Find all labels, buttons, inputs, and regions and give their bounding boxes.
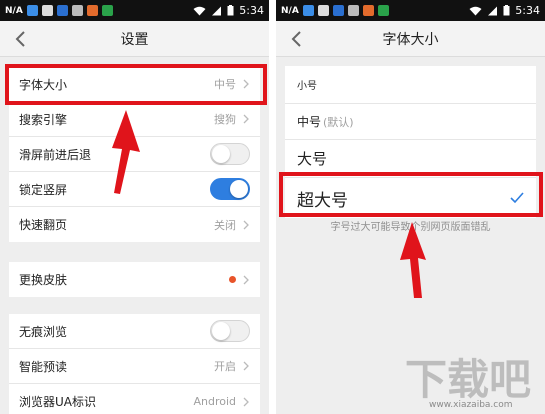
svg-text:www.xiazaiba.com: www.xiazaiba.com [429, 400, 513, 410]
page-title: 字体大小 [382, 31, 439, 48]
carrier-label: N/A [281, 5, 299, 16]
back-arrow-icon[interactable] [288, 29, 308, 49]
setting-label: 更换皮肤 [19, 273, 68, 287]
chevron-right-icon [243, 361, 249, 371]
setting-value: 搜狗 [214, 113, 236, 126]
title-bar: 设置 [0, 21, 269, 57]
signal-icon [212, 6, 222, 15]
incognito-toggle[interactable] [210, 320, 250, 342]
download-icon [41, 5, 53, 16]
setting-label: 锁定竖屏 [19, 182, 68, 197]
mail-icon [101, 5, 113, 16]
setting-value: 关闭 [214, 218, 236, 232]
image-icon [71, 5, 83, 16]
clock: 5:34 [239, 4, 264, 17]
watermark-logo: 下载吧 www.xiazaiba.com [405, 355, 531, 410]
app-notification-icon [362, 5, 374, 16]
chevron-right-icon [243, 114, 249, 124]
wifi-icon [469, 6, 482, 15]
setting-label: 无痕浏览 [19, 324, 68, 339]
chevron-right-icon [243, 397, 249, 406]
lock-portrait-toggle[interactable] [210, 178, 250, 200]
font-size-option-medium[interactable]: 中号 (默认) [285, 104, 536, 140]
status-bar: N/A 5:34 [276, 0, 545, 21]
default-note: (默认) [323, 115, 354, 129]
status-bar: N/A 5:34 [0, 0, 269, 21]
setting-change-skin[interactable]: 更换皮肤 [9, 262, 260, 297]
app-notification-icon [26, 5, 38, 16]
option-label: 中号 [297, 115, 322, 129]
svg-text:下载吧: 下载吧 [405, 355, 531, 404]
battery-icon [227, 5, 234, 16]
setting-quick-page-turn[interactable]: 快速翻页 关闭 [9, 207, 260, 242]
highlight-box-extra-large [279, 172, 543, 217]
setting-value: 开启 [214, 360, 236, 373]
wifi-icon [193, 6, 206, 15]
setting-smart-preload[interactable]: 智能预读 开启 [9, 349, 260, 384]
mail-icon [377, 5, 389, 16]
clock: 5:34 [515, 4, 540, 17]
app-notification-icon [302, 5, 314, 16]
new-badge-dot [229, 276, 236, 283]
settings-screen: N/A 5:34 设置 字体大小 中号 搜索引擎 搜狗 滑屏前进后退 锁定竖屏 … [0, 0, 269, 414]
signal-icon [488, 6, 498, 15]
pointer-arrow [112, 110, 140, 194]
setting-label: 快速翻页 [19, 218, 68, 232]
font-size-screen: N/A 5:34 字体大小 小号 中号 (默认) 大号 超大号 下载吧 www.… [276, 0, 545, 414]
option-label: 小号 [297, 81, 317, 92]
app-notification-icon [332, 5, 344, 16]
setting-label: 搜索引擎 [19, 112, 68, 127]
back-arrow-icon[interactable] [12, 29, 32, 49]
carrier-label: N/A [5, 5, 23, 16]
setting-label: 浏览器UA标识 [19, 395, 96, 409]
setting-ua-identifier[interactable]: 浏览器UA标识 Android [9, 384, 260, 414]
title-bar: 字体大小 [276, 21, 545, 57]
page-title: 设置 [120, 31, 149, 48]
settings-group-skin: 更换皮肤 [9, 262, 260, 297]
notification-icons [302, 5, 389, 16]
notification-icons [26, 5, 113, 16]
app-notification-icon [86, 5, 98, 16]
pointer-arrow [400, 222, 426, 298]
chevron-right-icon [243, 220, 249, 229]
swipe-navigation-toggle[interactable] [210, 143, 250, 165]
battery-icon [503, 5, 510, 16]
app-notification-icon [56, 5, 68, 16]
setting-label: 智能预读 [19, 359, 68, 374]
highlight-box-font-size [5, 64, 267, 105]
download-icon [317, 5, 329, 16]
setting-value: Android [193, 395, 236, 408]
setting-incognito: 无痕浏览 [9, 314, 260, 349]
image-icon [347, 5, 359, 16]
setting-label: 滑屏前进后退 [19, 147, 92, 162]
settings-group-browsing: 无痕浏览 智能预读 开启 浏览器UA标识 Android [9, 314, 260, 414]
font-size-option-small[interactable]: 小号 [285, 66, 536, 104]
chevron-right-icon [243, 275, 249, 284]
option-label: 大号 [297, 150, 328, 168]
